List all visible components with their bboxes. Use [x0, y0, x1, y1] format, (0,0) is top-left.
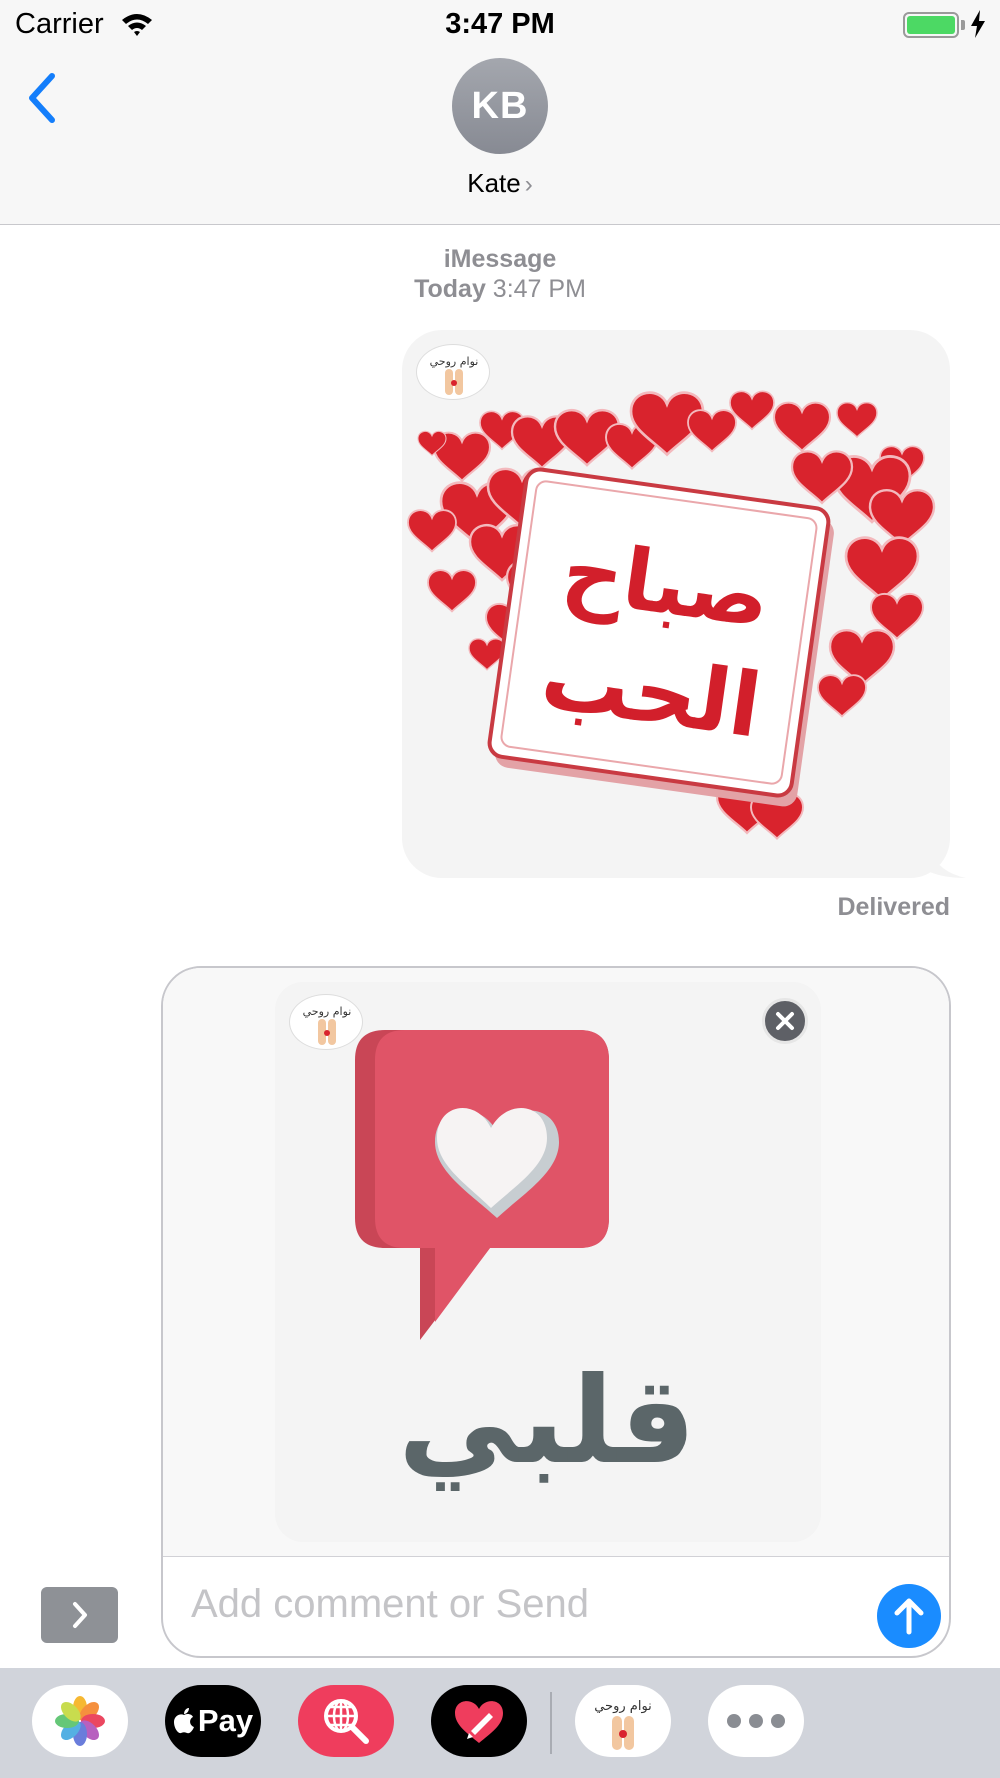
chevron-left-icon — [29, 73, 55, 123]
delivery-status: Delivered — [837, 893, 950, 921]
more-icon — [727, 1714, 785, 1728]
photos-app-button[interactable] — [32, 1685, 128, 1757]
conversation-header: KB Kate › — [0, 50, 1000, 225]
status-bar: Carrier 3:47 PM — [0, 0, 1000, 50]
more-apps-button[interactable] — [708, 1685, 804, 1757]
arrow-up-icon — [894, 1598, 924, 1635]
comment-input[interactable] — [191, 1564, 831, 1644]
contact-name-button[interactable]: Kate › — [0, 168, 1000, 199]
svg-text:نوام روحي: نوام روحي — [430, 355, 479, 368]
remove-sticker-button[interactable] — [762, 998, 808, 1044]
service-label: iMessage — [443, 245, 557, 273]
compose-divider — [163, 1556, 949, 1557]
web-search-app-button[interactable] — [298, 1685, 394, 1757]
sticker-preview-area: قلبي نوام روحي — [163, 968, 949, 1556]
app-drawer: Pay نوام روحي — [0, 1668, 1000, 1778]
digital-touch-icon — [455, 1701, 503, 1743]
apple-pay-app-button[interactable]: Pay — [165, 1685, 261, 1757]
contact-name: Kate — [467, 168, 521, 198]
send-button[interactable] — [877, 1584, 941, 1648]
chevron-right-icon: › — [524, 171, 533, 198]
svg-text:نوام روحي: نوام روحي — [303, 1005, 352, 1018]
compose-field: قلبي نوام روحي — [161, 966, 951, 1658]
heart-chat-sticker-image: قلبي — [355, 1030, 696, 1491]
avatar[interactable]: KB — [452, 58, 548, 154]
drawer-separator — [550, 1692, 552, 1754]
staged-sticker-text: قلبي — [398, 1352, 696, 1491]
sticker-pack-badge: نوام روحي — [289, 994, 363, 1050]
charging-icon — [969, 10, 987, 43]
svg-text:نوام روحي: نوام روحي — [594, 1699, 652, 1714]
digital-touch-app-button[interactable] — [431, 1685, 527, 1757]
sticker-pack-badge: نوام روحي — [416, 344, 490, 400]
photos-icon — [55, 1696, 105, 1746]
chevron-right-icon — [72, 1602, 87, 1628]
apple-logo-icon — [173, 1708, 194, 1734]
close-icon — [776, 1012, 794, 1030]
bubble-tail — [930, 850, 966, 878]
web-search-icon — [324, 1699, 369, 1744]
timestamp-day: Today — [414, 275, 486, 303]
status-time: 3:47 PM — [445, 8, 555, 40]
sticker-pack-app-button[interactable]: نوام روحي — [575, 1685, 671, 1757]
apple-pay-icon: Pay — [173, 1703, 253, 1739]
apple-pay-label: Pay — [197, 1703, 254, 1738]
back-button[interactable] — [22, 68, 72, 128]
timestamp-time: 3:47 PM — [492, 275, 586, 303]
expand-apps-button[interactable] — [41, 1587, 118, 1643]
staged-sticker[interactable]: قلبي نوام روحي — [275, 982, 821, 1542]
sticker-pack-icon: نوام روحي — [594, 1699, 652, 1750]
battery-icon — [903, 12, 959, 38]
hearts-sticker-image: صباح الحب — [407, 390, 936, 840]
sent-sticker-message[interactable]: صباح الحب نوام روحي — [402, 330, 950, 878]
message-timestamp: Today 3:47 PM — [0, 275, 1000, 304]
